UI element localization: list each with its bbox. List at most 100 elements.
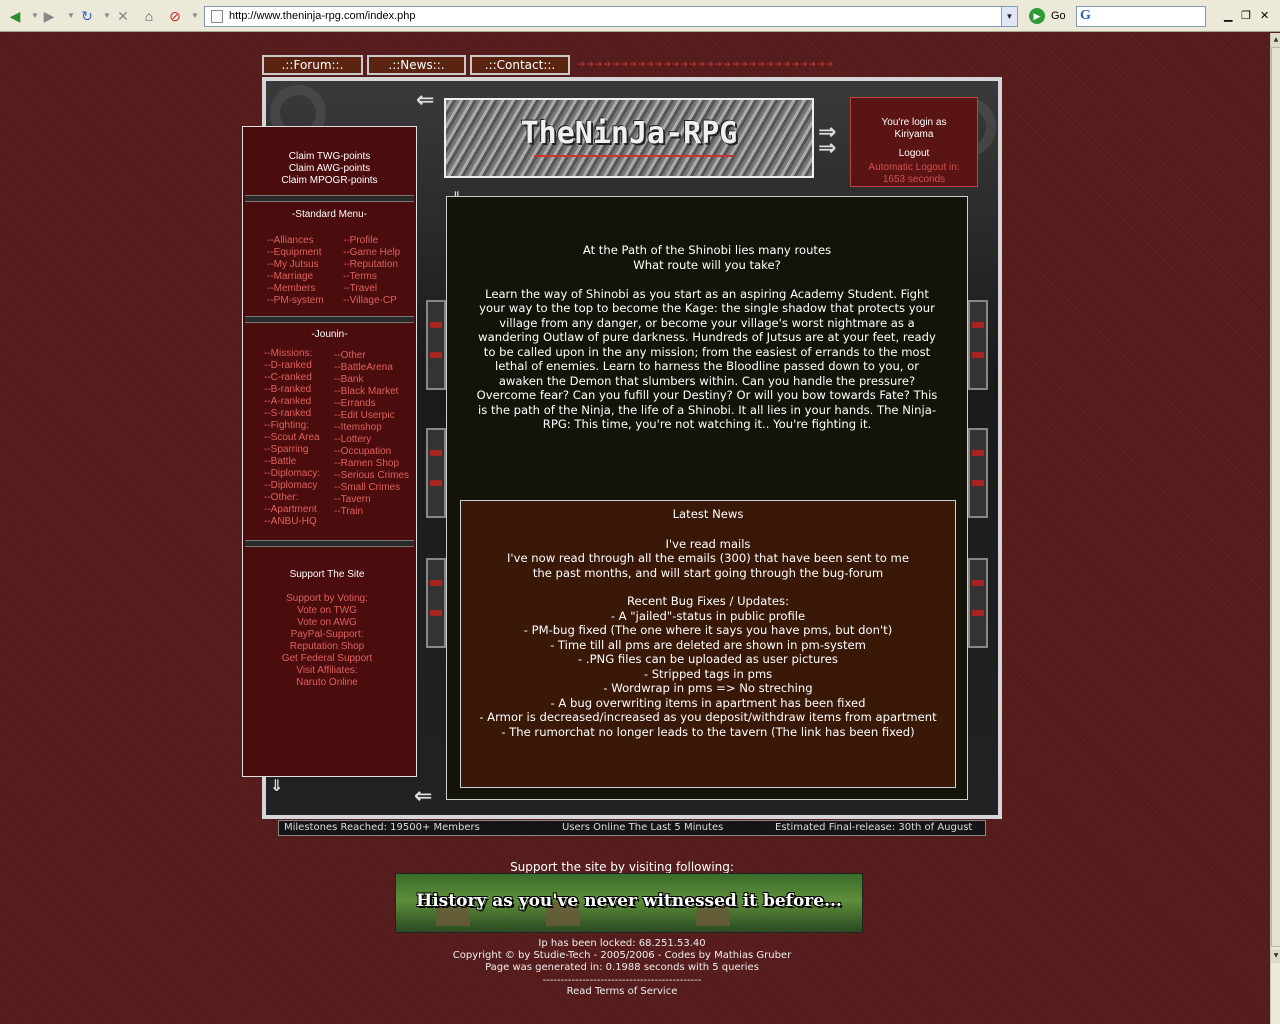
popup-dropdown-icon[interactable]: ▼ — [186, 7, 204, 25]
menu-divider — [245, 316, 414, 323]
auto-logout-timer: 1653 seconds — [882, 174, 946, 185]
news-body-line: I've now read through all the emails (30… — [507, 551, 909, 565]
support-link[interactable]: Vote on TWG — [243, 605, 411, 617]
news-update-item: - .PNG files can be uploaded as user pic… — [578, 652, 838, 666]
jounin-menu-link[interactable]: --Small Crimes — [334, 482, 400, 494]
copyright-text: Copyright © by Studie-Tech - 2005/2006 -… — [452, 950, 792, 961]
jounin-menu-link[interactable]: --Other — [334, 350, 366, 362]
jounin-menu-link[interactable]: --Ramen Shop — [334, 458, 399, 470]
support-link[interactable]: Reputation Shop — [243, 641, 411, 653]
jounin-menu-link[interactable]: --Apartment — [264, 504, 317, 516]
jounin-menu-link[interactable]: --C-ranked — [264, 372, 312, 384]
standard-menu-link[interactable]: --Profile — [343, 235, 378, 247]
minimize-icon[interactable]: ▁ — [1224, 9, 1232, 22]
page-icon — [211, 10, 223, 23]
claim-twg-link[interactable]: Claim TWG-points — [243, 151, 416, 163]
google-search-input[interactable]: G — [1076, 6, 1206, 27]
standard-menu-link[interactable]: --Game Help — [343, 247, 400, 259]
standard-menu-link[interactable]: --Village-CP — [343, 295, 397, 307]
jounin-menu-link[interactable]: --Diplomacy — [264, 480, 317, 492]
logout-link[interactable]: Logout — [851, 148, 977, 160]
login-status: You're login as — [881, 117, 947, 128]
tab-news[interactable]: .::News::. — [367, 55, 466, 75]
terms-link[interactable]: Read Terms of Service — [0, 986, 1244, 998]
standard-menu-link[interactable]: --Equipment — [267, 247, 321, 259]
login-box: You're login as Kiriyama Logout Automati… — [850, 97, 978, 187]
stop-icon[interactable]: ✕ — [114, 7, 132, 25]
auto-logout-label: Automatic Logout in: — [868, 162, 960, 173]
address-dropdown-icon[interactable]: ▼ — [1001, 7, 1017, 26]
generation-text: Page was generated in: 0.1988 seconds wi… — [485, 962, 759, 973]
refresh-icon[interactable]: ↻ — [78, 7, 96, 25]
standard-menu-link[interactable]: --Alliances — [267, 235, 314, 247]
news-update-item: - Wordwrap in pms => No streching — [603, 681, 813, 695]
jounin-menu-link[interactable]: --ANBU-HQ — [264, 516, 317, 528]
jounin-menu-link[interactable]: --Edit Userpic — [334, 410, 395, 422]
jounin-menu-link[interactable]: --D-ranked — [264, 360, 312, 372]
affiliate-banner[interactable]: History as you've never witnessed it bef… — [395, 873, 863, 933]
arrow-strip-decoration: ➔➔➔➔➔➔➔➔➔➔➔➔➔➔➔➔➔➔➔➔➔➔➔➔➔➔➔➔➔➔ — [578, 60, 835, 70]
scroll-down-icon[interactable]: ▼ — [1271, 949, 1280, 963]
standard-menu-link[interactable]: --Terms — [343, 271, 377, 283]
address-bar[interactable]: http://www.theninja-rpg.com/index.php ▼ — [204, 6, 1018, 27]
standard-menu-link[interactable]: --My Jutsus — [267, 259, 319, 271]
forward-arrow-icon[interactable]: ▶ — [40, 7, 58, 25]
standard-menu-link[interactable]: --PM-system — [267, 295, 324, 307]
tab-forum[interactable]: .::Forum::. — [262, 55, 363, 75]
standard-menu-link[interactable]: --Marriage — [267, 271, 313, 283]
news-update-item: - A "jailed"-status in public profile — [610, 608, 806, 623]
scroll-up-icon[interactable]: ▲ — [1271, 33, 1280, 47]
jounin-menu-link[interactable]: --Battle — [264, 456, 296, 468]
support-link[interactable]: Support by Voting: — [243, 593, 411, 605]
go-button[interactable]: Go — [1051, 10, 1066, 22]
jounin-menu-link[interactable]: --Missions: — [264, 348, 312, 360]
support-link[interactable]: PayPal-Support: — [243, 629, 411, 641]
close-icon[interactable]: ✕ — [1260, 9, 1269, 22]
jounin-menu-link[interactable]: --Errands — [334, 398, 376, 410]
home-icon[interactable]: ⌂ — [140, 7, 158, 25]
intro-line2: What route will you take? — [633, 257, 781, 272]
standard-menu-link[interactable]: --Members — [267, 283, 315, 295]
support-link[interactable]: Vote on AWG — [243, 617, 411, 629]
claim-awg-link[interactable]: Claim AWG-points — [243, 163, 416, 175]
support-heading: Support The Site — [289, 569, 365, 580]
vertical-scrollbar[interactable]: ▲ ▼ — [1270, 33, 1280, 1024]
intro-body: Learn the way of Shinobi as you start as… — [476, 286, 938, 432]
jounin-menu-link[interactable]: --S-ranked — [264, 408, 311, 420]
standard-menu-link[interactable]: --Travel — [343, 283, 377, 295]
jounin-menu-link[interactable]: --B-ranked — [264, 384, 311, 396]
claim-mpogr-link[interactable]: Claim MPOGR-points — [243, 175, 416, 187]
jounin-menu-link[interactable]: --Scout Area — [264, 432, 320, 444]
users-online-link[interactable]: Users Online The Last 5 Minutes — [562, 821, 723, 835]
jounin-menu-link[interactable]: --Fighting: — [264, 420, 309, 432]
support-link[interactable]: Naruto Online — [243, 677, 411, 689]
address-url: http://www.theninja-rpg.com/index.php — [229, 10, 416, 22]
status-bar: Milestones Reached: 19500+ Members Users… — [278, 820, 986, 836]
jounin-menu-link[interactable]: --Bank — [334, 374, 363, 386]
popup-blocker-icon[interactable]: ⊘ — [166, 7, 184, 25]
jounin-menu-link[interactable]: --Sparring — [264, 444, 308, 456]
tab-contact[interactable]: .::Contact::. — [470, 55, 570, 75]
standard-menu-link[interactable]: --Reputation — [343, 259, 398, 271]
go-arrow-icon[interactable]: ▶ — [1029, 8, 1045, 24]
jounin-menu-link[interactable]: --Other: — [264, 492, 298, 504]
jounin-menu-link[interactable]: --Diplomacy: — [264, 468, 320, 480]
scroll-thumb[interactable] — [1271, 47, 1280, 947]
site-logo[interactable]: TheNinJa-RPG — [444, 98, 814, 178]
support-link[interactable]: Visit Affiliates: — [243, 665, 411, 677]
jounin-menu-link[interactable]: --Occupation — [334, 446, 391, 458]
jounin-menu-link[interactable]: --Serious Crimes — [334, 470, 409, 482]
jounin-menu-link[interactable]: --BattleArena — [334, 362, 393, 374]
jounin-menu-link[interactable]: --A-ranked — [264, 396, 311, 408]
left-arrow-icon: ⇐ — [416, 88, 435, 113]
back-arrow-icon[interactable]: ◀ — [6, 7, 24, 25]
support-link[interactable]: Get Federal Support — [243, 653, 411, 665]
jounin-menu-link[interactable]: --Itemshop — [334, 422, 382, 434]
jounin-menu-link[interactable]: --Lottery — [334, 434, 371, 446]
ip-lock-text: Ip has been locked: 68.251.53.40 — [538, 938, 706, 949]
jounin-menu-link[interactable]: --Black Market — [334, 386, 398, 398]
jounin-menu-link[interactable]: --Train — [334, 506, 363, 518]
banner-text: History as you've never witnessed it bef… — [416, 891, 842, 911]
jounin-menu-link[interactable]: --Tavern — [334, 494, 371, 506]
restore-icon[interactable]: ❐ — [1241, 9, 1251, 22]
